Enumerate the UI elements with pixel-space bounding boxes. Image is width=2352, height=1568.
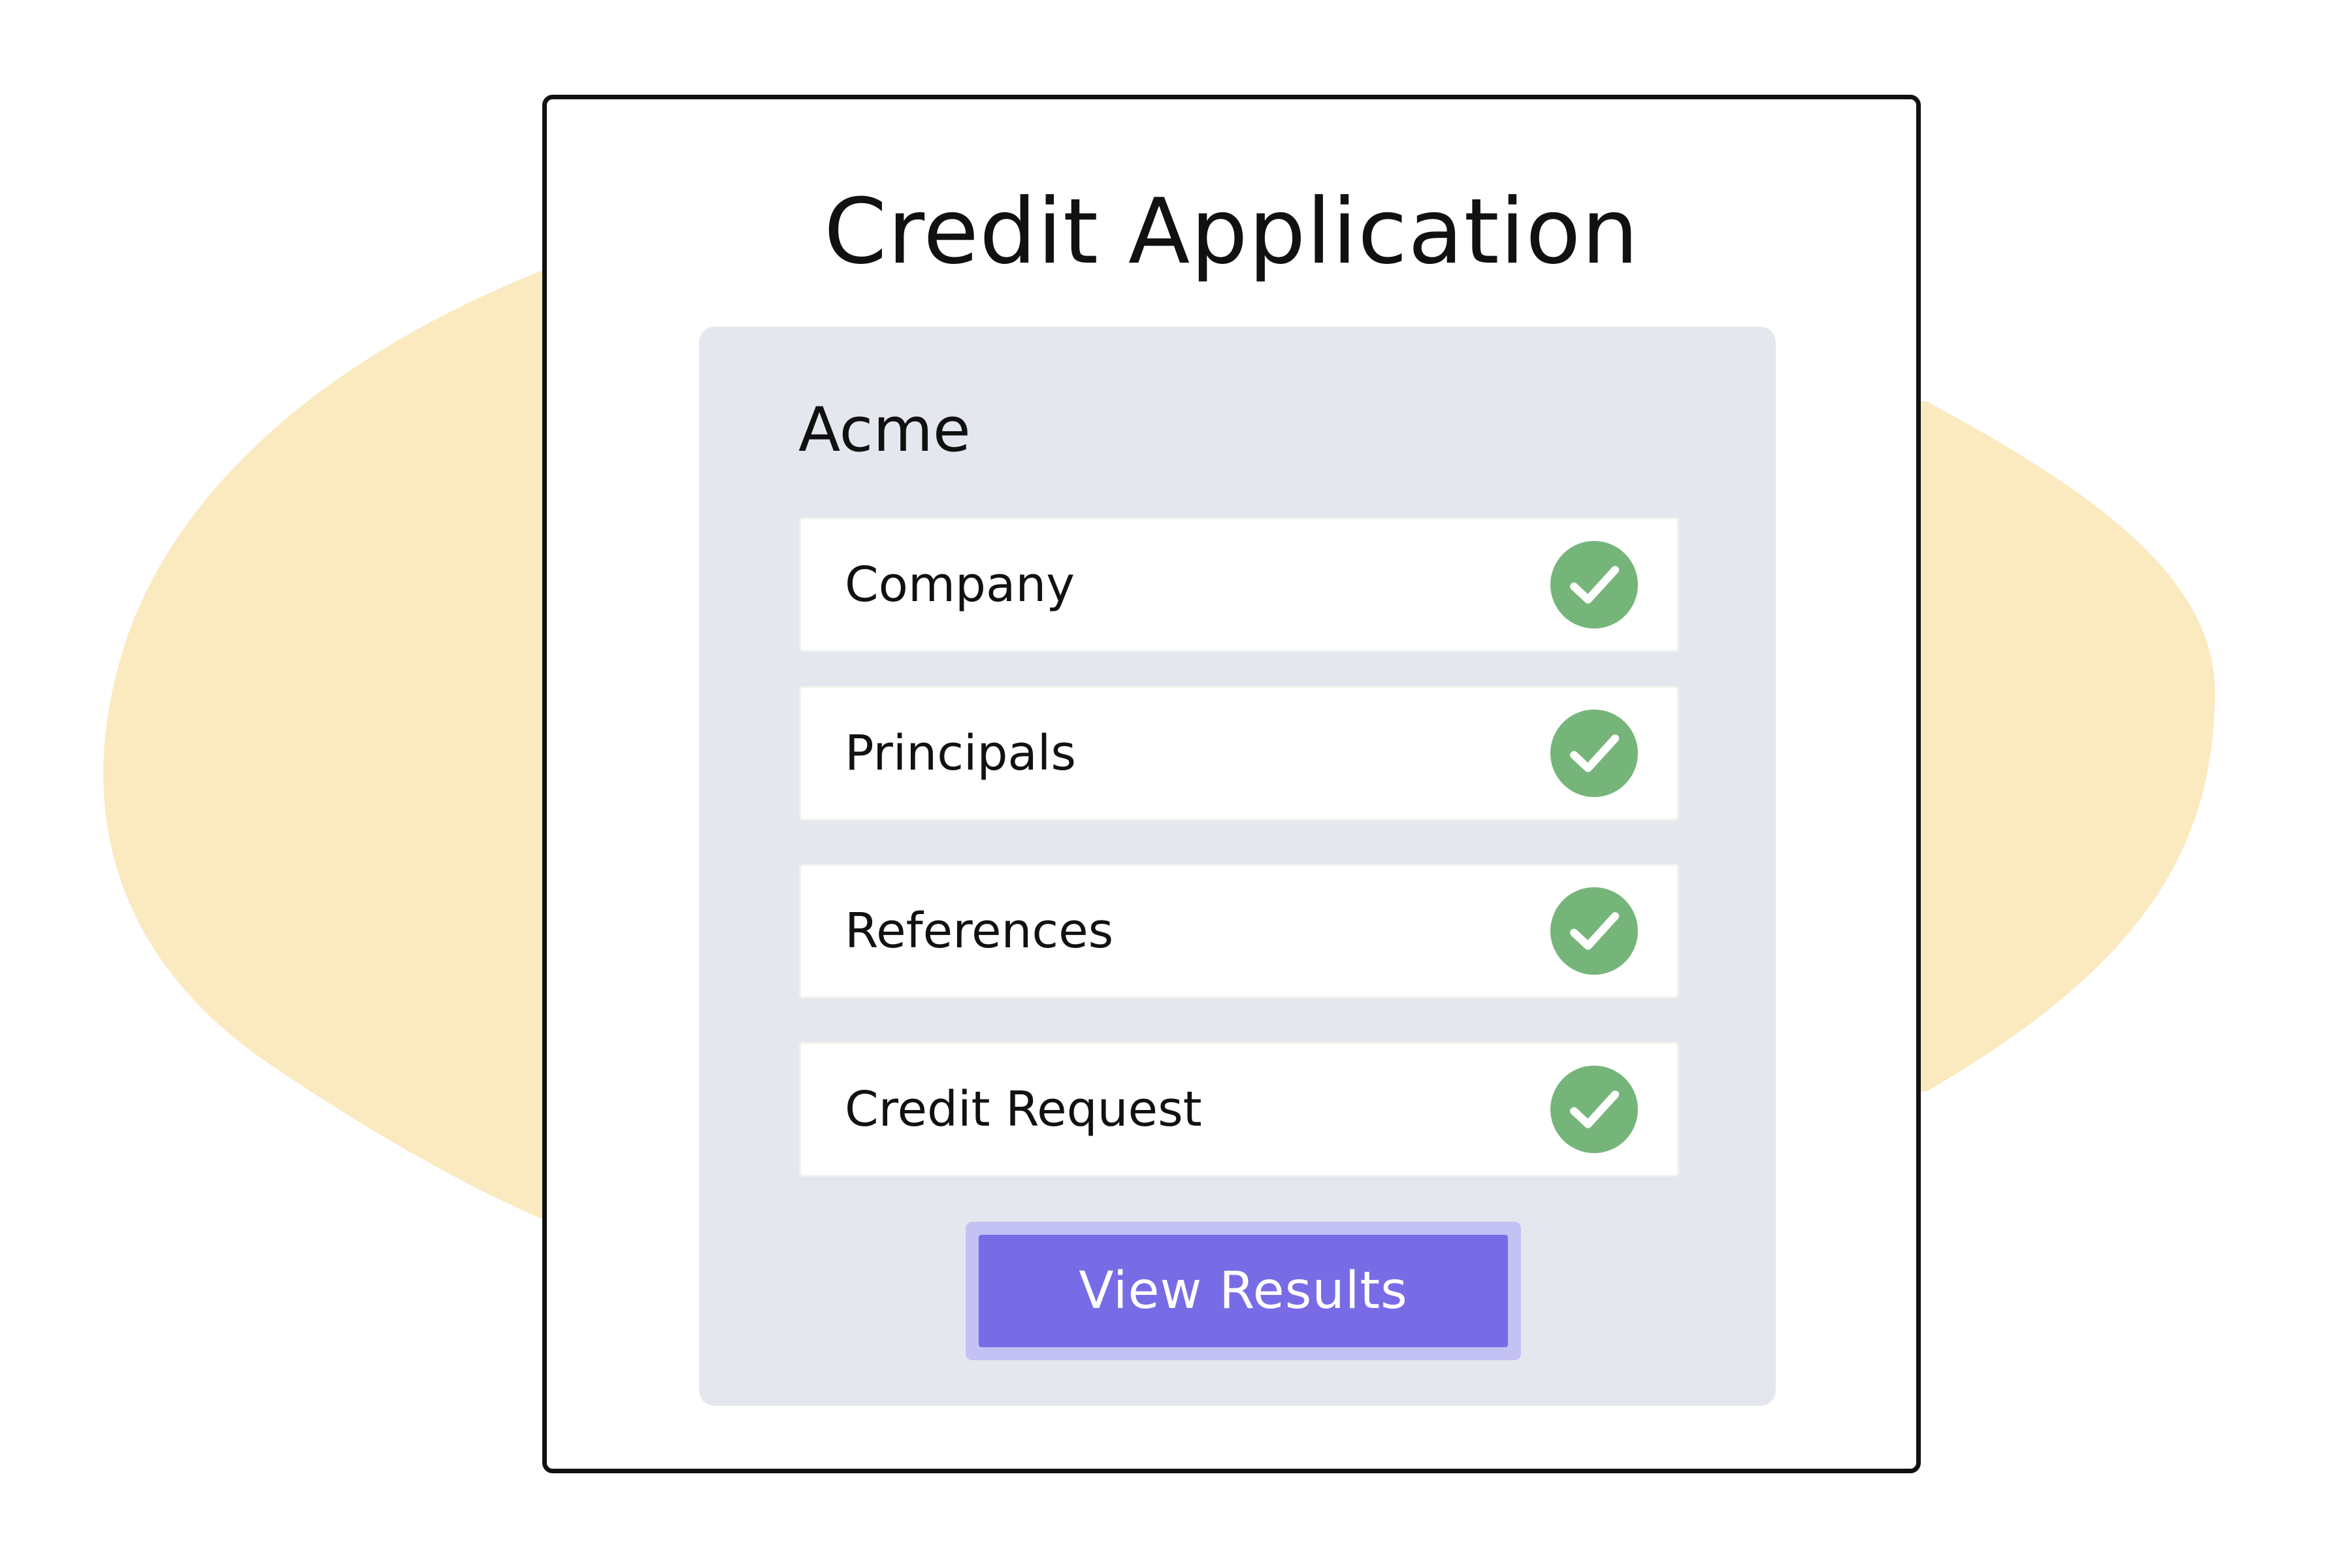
check-circle-icon	[1550, 1066, 1638, 1153]
section-label: Credit Request	[845, 1081, 1202, 1137]
application-panel: Acme Company Principals References Credi…	[699, 327, 1776, 1406]
section-row-credit-request[interactable]: Credit Request	[799, 1042, 1679, 1177]
view-results-button[interactable]: View Results	[979, 1235, 1508, 1347]
section-label: Company	[845, 557, 1075, 613]
section-row-references[interactable]: References	[799, 864, 1679, 998]
page-title: Credit Application	[824, 179, 1639, 284]
check-circle-icon	[1550, 710, 1638, 797]
section-label: Principals	[845, 725, 1076, 781]
check-circle-icon	[1550, 887, 1638, 975]
section-row-principals[interactable]: Principals	[799, 686, 1679, 821]
section-label: References	[845, 903, 1114, 959]
check-circle-icon	[1550, 541, 1638, 629]
company-name: Acme	[798, 395, 971, 466]
credit-application-card: Credit Application Acme Company Principa…	[542, 95, 1921, 1473]
illustration-stage: Credit Application Acme Company Principa…	[0, 0, 2352, 1568]
view-results-button-focus-ring: View Results	[966, 1222, 1521, 1360]
section-row-company[interactable]: Company	[799, 517, 1679, 652]
